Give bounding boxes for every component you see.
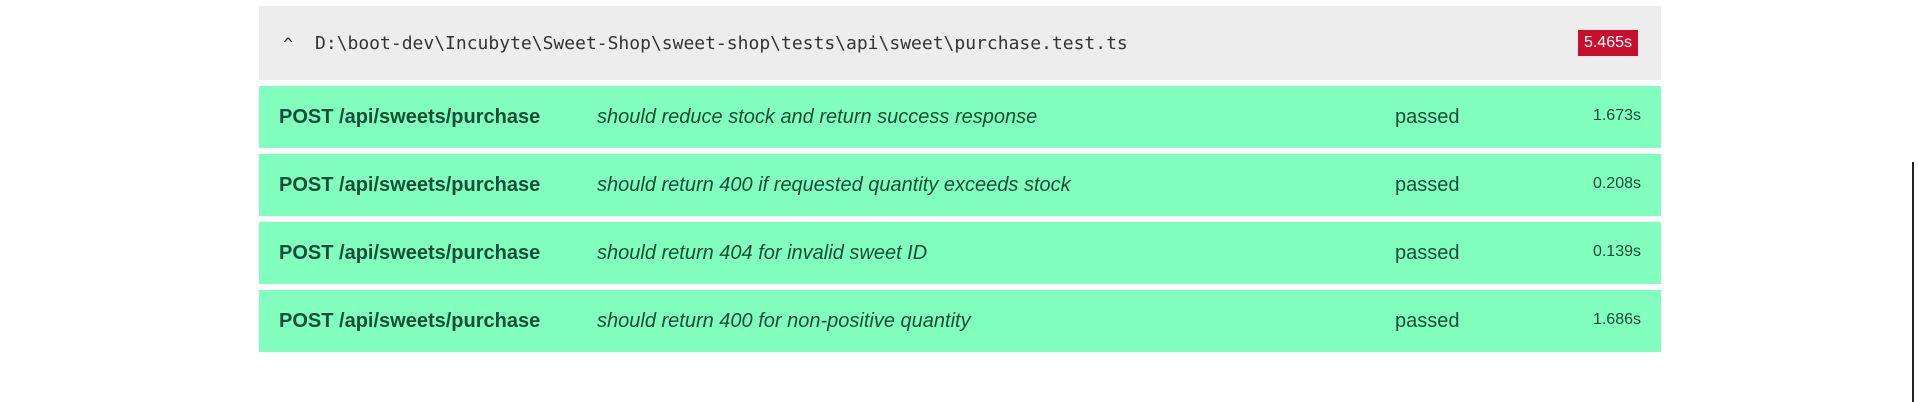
collapse-caret-icon[interactable]: ^ — [283, 35, 307, 55]
test-title: should return 404 for invalid sweet ID — [597, 241, 928, 264]
test-status: passed — [1395, 241, 1460, 264]
suite-file-path: D:\boot-dev\Incubyte\Sweet-Shop\sweet-sh… — [315, 32, 1128, 54]
test-duration: 0.139s — [1592, 243, 1641, 260]
scrollbar[interactable] — [1912, 162, 1914, 402]
suite-duration-badge: 5.465s — [1577, 30, 1638, 56]
test-suite-name: POST /api/sweets/purchase — [279, 105, 541, 128]
test-suite-name: POST /api/sweets/purchase — [279, 309, 541, 332]
suite-header[interactable]: ^ D:\boot-dev\Incubyte\Sweet-Shop\sweet-… — [259, 6, 1661, 80]
test-duration: 1.686s — [1592, 311, 1641, 328]
test-row: POST /api/sweets/purchase should return … — [259, 154, 1661, 216]
test-title: should return 400 for non-positive quant… — [597, 309, 971, 332]
test-duration: 0.208s — [1592, 175, 1641, 192]
test-suite-name: POST /api/sweets/purchase — [279, 241, 541, 264]
test-row: POST /api/sweets/purchase should return … — [259, 290, 1661, 352]
test-suite-name: POST /api/sweets/purchase — [279, 173, 541, 196]
test-duration: 1.673s — [1592, 107, 1641, 124]
test-status: passed — [1395, 105, 1460, 128]
test-title: should reduce stock and return success r… — [597, 105, 1038, 128]
test-status: passed — [1395, 173, 1460, 196]
test-row: POST /api/sweets/purchase should reduce … — [259, 86, 1661, 148]
test-row: POST /api/sweets/purchase should return … — [259, 222, 1661, 284]
test-status: passed — [1395, 309, 1460, 332]
test-title: should return 400 if requested quantity … — [597, 173, 1071, 196]
test-suite-panel: ^ D:\boot-dev\Incubyte\Sweet-Shop\sweet-… — [259, 6, 1661, 352]
